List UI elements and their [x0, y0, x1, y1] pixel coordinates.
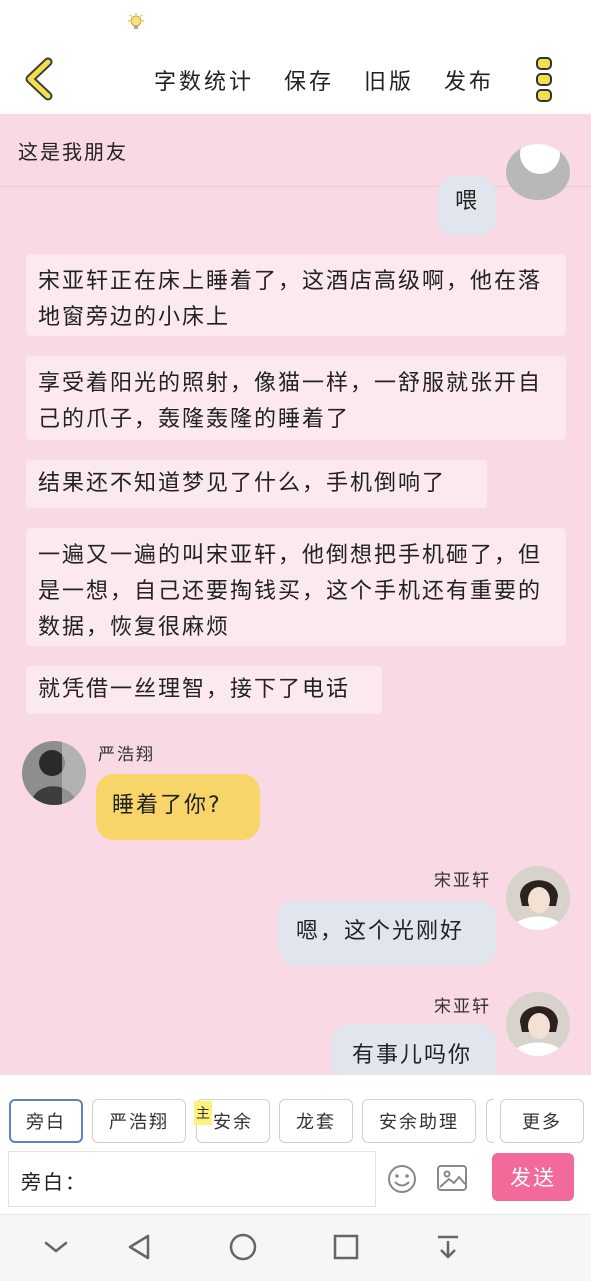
more-dots-icon[interactable] [530, 56, 558, 104]
word-count-button[interactable]: 字数统计 [154, 64, 254, 96]
lightbulb-icon [128, 13, 144, 29]
chat-area: 这是我朋友 喂 宋亚轩正在床上睡着了，这酒店高级啊，他在落地窗旁边的小床上 享受… [0, 114, 591, 1074]
status-bar [0, 0, 591, 44]
avatar[interactable] [22, 741, 86, 805]
divider [0, 186, 591, 187]
message-text: 睡着了你? [112, 793, 222, 818]
message-text: 宋亚轩正在床上睡着了，这酒店高级啊，他在落地窗旁边的小床上 [38, 269, 543, 330]
message-text: 嗯，这个光刚好 [296, 919, 465, 944]
avatar[interactable] [506, 992, 570, 1056]
role-toolbar: 旁白 严浩翔 安余 主 龙套 安余助理 更多 旁白： 发送 [0, 1074, 591, 1215]
publish-button[interactable]: 发布 [444, 64, 494, 96]
top-bar: 字数统计 保存 旧版 发布 [0, 44, 591, 114]
message-bubble-right: 嗯，这个光刚好 [278, 900, 496, 966]
nav-pull-down-icon[interactable] [432, 1231, 464, 1263]
avatar[interactable] [506, 866, 570, 930]
message-bubble-right: 有事儿吗你 [332, 1024, 496, 1074]
nav-hide-icon[interactable] [40, 1231, 72, 1263]
main-role-badge: 主 [194, 1101, 212, 1125]
message-bubble-right: 喂 [438, 176, 496, 236]
avatar-photo-icon [22, 741, 86, 805]
message-text: 结果还不知道梦见了什么，手机倒响了 [38, 471, 447, 496]
narration-bubble: 享受着阳光的照射，像猫一样，一舒服就张开自己的爪子，轰隆轰隆的睡着了 [26, 356, 566, 440]
role-chip-partial[interactable] [486, 1099, 494, 1143]
save-button[interactable]: 保存 [284, 64, 334, 96]
image-icon[interactable] [436, 1163, 468, 1193]
old-version-button[interactable]: 旧版 [364, 64, 414, 96]
narration-bubble: 一遍又一遍的叫宋亚轩，他倒想把手机砸了，但是一想，自己还要掏钱买，这个手机还有重… [26, 528, 566, 646]
speaker-name: 严浩翔 [98, 745, 155, 765]
nav-recents-icon[interactable] [330, 1231, 362, 1263]
message-text: 就凭借一丝理智，接下了电话 [38, 677, 351, 702]
nav-home-icon[interactable] [227, 1231, 259, 1263]
input-role-label: 旁白： [21, 1170, 87, 1194]
role-chip-narration[interactable]: 旁白 [9, 1099, 83, 1143]
narration-bubble: 宋亚轩正在床上睡着了，这酒店高级啊，他在落地窗旁边的小床上 [26, 254, 566, 336]
role-chip-extra[interactable]: 龙套 [279, 1099, 353, 1143]
system-nav-bar [0, 1214, 591, 1281]
send-button[interactable]: 发送 [492, 1153, 574, 1201]
message-text: 一遍又一遍的叫宋亚轩，他倒想把手机砸了，但是一想，自己还要掏钱买，这个手机还有重… [38, 543, 543, 640]
message-input[interactable]: 旁白： [8, 1151, 376, 1207]
chat-title: 这是我朋友 [18, 140, 128, 164]
avatar-photo-icon [506, 992, 570, 1056]
back-chevron-icon[interactable] [20, 56, 60, 102]
role-chip-an-yu-assistant[interactable]: 安余助理 [362, 1099, 476, 1143]
narration-bubble: 就凭借一丝理智，接下了电话 [26, 666, 382, 714]
message-text: 有事儿吗你 [352, 1043, 473, 1068]
role-chip-yan-haoxiang[interactable]: 严浩翔 [92, 1099, 186, 1143]
message-text: 喂 [454, 189, 479, 214]
message-bubble-left: 睡着了你? [96, 774, 260, 840]
nav-back-icon[interactable] [124, 1231, 156, 1263]
avatar-photo-icon [506, 866, 570, 930]
emoji-icon[interactable] [386, 1163, 418, 1195]
speaker-name: 宋亚轩 [434, 871, 491, 891]
more-roles-button[interactable]: 更多 [500, 1099, 584, 1143]
message-text: 享受着阳光的照射，像猫一样，一舒服就张开自己的爪子，轰隆轰隆的睡着了 [38, 371, 543, 432]
narration-bubble: 结果还不知道梦见了什么，手机倒响了 [26, 460, 487, 508]
avatar [506, 144, 570, 200]
speaker-name: 宋亚轩 [434, 997, 491, 1017]
